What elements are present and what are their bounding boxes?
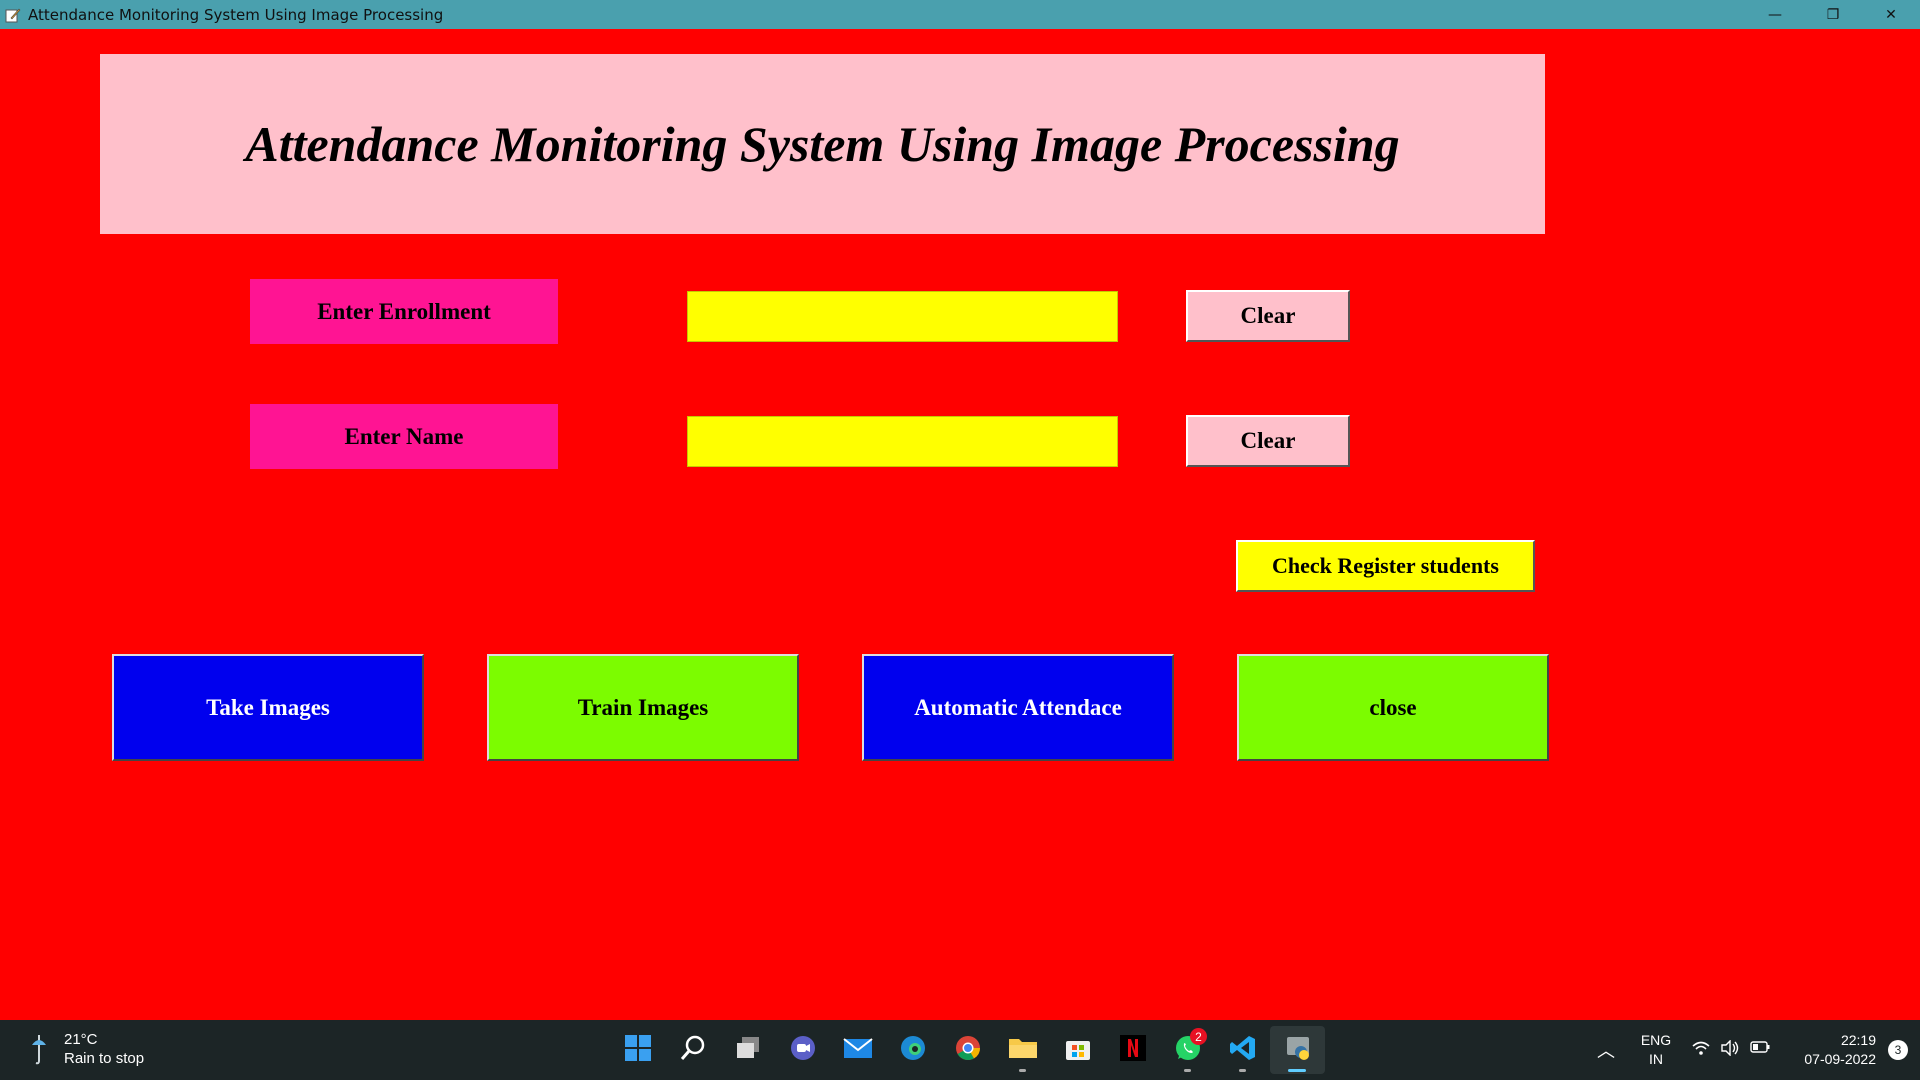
whatsapp-button[interactable]: 2 xyxy=(1160,1026,1215,1074)
close-button[interactable]: close xyxy=(1237,654,1549,761)
windows-start-icon xyxy=(624,1034,652,1067)
clear-name-button[interactable]: Clear xyxy=(1186,415,1350,467)
search-icon xyxy=(679,1034,707,1067)
check-register-students-button[interactable]: Check Register students xyxy=(1236,540,1535,592)
close-window-button[interactable]: ✕ xyxy=(1862,0,1920,29)
netflix-button[interactable] xyxy=(1105,1026,1160,1074)
clock[interactable]: 22:19 07-09-2022 xyxy=(1776,1031,1876,1069)
enrollment-input[interactable] xyxy=(687,291,1118,342)
whatsapp-notification-badge: 2 xyxy=(1190,1028,1207,1045)
take-images-button[interactable]: Take Images xyxy=(112,654,424,761)
enrollment-label: Enter Enrollment xyxy=(250,279,558,344)
teams-chat-button[interactable] xyxy=(775,1026,830,1074)
search-button[interactable] xyxy=(665,1026,720,1074)
task-view-button[interactable] xyxy=(720,1026,775,1074)
battery-icon xyxy=(1750,1040,1770,1061)
python-app-icon xyxy=(1284,1034,1312,1067)
language-code: ENG xyxy=(1640,1032,1672,1048)
running-indicator xyxy=(1184,1069,1191,1072)
window-title: Attendance Monitoring System Using Image… xyxy=(28,5,444,24)
region-code: IN xyxy=(1649,1051,1663,1067)
show-hidden-icons-chevron-icon[interactable]: ︿ xyxy=(1586,1037,1626,1063)
running-indicator xyxy=(1239,1069,1246,1072)
language-indicator[interactable]: ENG IN xyxy=(1626,1031,1686,1069)
clock-date: 07-09-2022 xyxy=(1804,1051,1876,1067)
running-indicator xyxy=(1019,1069,1026,1072)
netflix-icon xyxy=(1119,1034,1147,1067)
chrome-icon xyxy=(954,1034,982,1067)
folder-icon xyxy=(1008,1035,1038,1066)
page-title: Attendance Monitoring System Using Image… xyxy=(245,116,1400,172)
task-view-icon xyxy=(734,1034,762,1067)
microsoft-store-button[interactable] xyxy=(1050,1026,1105,1074)
train-images-button[interactable]: Train Images xyxy=(487,654,799,761)
mail-button[interactable] xyxy=(830,1026,885,1074)
taskbar: 21°C Rain to stop 2 ︿ ENG IN 22:19 07-09… xyxy=(0,1020,1920,1080)
automatic-attendance-button[interactable]: Automatic Attendace xyxy=(862,654,1174,761)
window-titlebar: Attendance Monitoring System Using Image… xyxy=(0,0,1920,29)
vscode-button[interactable] xyxy=(1215,1026,1270,1074)
weather-temperature: 21°C xyxy=(64,1031,98,1048)
edge-icon xyxy=(899,1034,927,1067)
weather-widget[interactable]: 21°C Rain to stop xyxy=(28,1030,144,1068)
taskbar-apps: 2 xyxy=(610,1026,1325,1074)
chrome-button[interactable] xyxy=(940,1026,995,1074)
wifi-icon xyxy=(1692,1040,1710,1061)
store-icon xyxy=(1064,1034,1092,1067)
window-controls: — ❐ ✕ xyxy=(1746,0,1920,29)
python-app-button[interactable] xyxy=(1270,1026,1325,1074)
clock-time: 22:19 xyxy=(1840,1032,1876,1048)
name-label: Enter Name xyxy=(250,404,558,469)
rain-umbrella-icon xyxy=(28,1033,50,1065)
name-input[interactable] xyxy=(687,416,1118,467)
file-explorer-button[interactable] xyxy=(995,1026,1050,1074)
clear-enrollment-button[interactable]: Clear xyxy=(1186,290,1350,342)
app-feather-icon xyxy=(4,6,22,24)
restore-button[interactable]: ❐ xyxy=(1804,0,1862,29)
system-tray: ︿ ENG IN 22:19 07-09-2022 3 xyxy=(1586,1020,1920,1080)
weather-description: Rain to stop xyxy=(64,1050,145,1067)
header-banner: Attendance Monitoring System Using Image… xyxy=(100,54,1545,234)
volume-icon xyxy=(1720,1038,1740,1061)
edge-button[interactable] xyxy=(885,1026,940,1074)
app-canvas: Attendance Monitoring System Using Image… xyxy=(0,29,1920,1020)
notification-count-badge[interactable]: 3 xyxy=(1888,1040,1908,1060)
mail-icon xyxy=(842,1035,873,1066)
active-indicator xyxy=(1288,1069,1306,1072)
minimize-button[interactable]: — xyxy=(1746,0,1804,29)
quick-settings[interactable] xyxy=(1686,1038,1776,1061)
teams-chat-icon xyxy=(789,1034,817,1067)
vscode-icon xyxy=(1229,1034,1257,1067)
start-button[interactable] xyxy=(610,1026,665,1074)
